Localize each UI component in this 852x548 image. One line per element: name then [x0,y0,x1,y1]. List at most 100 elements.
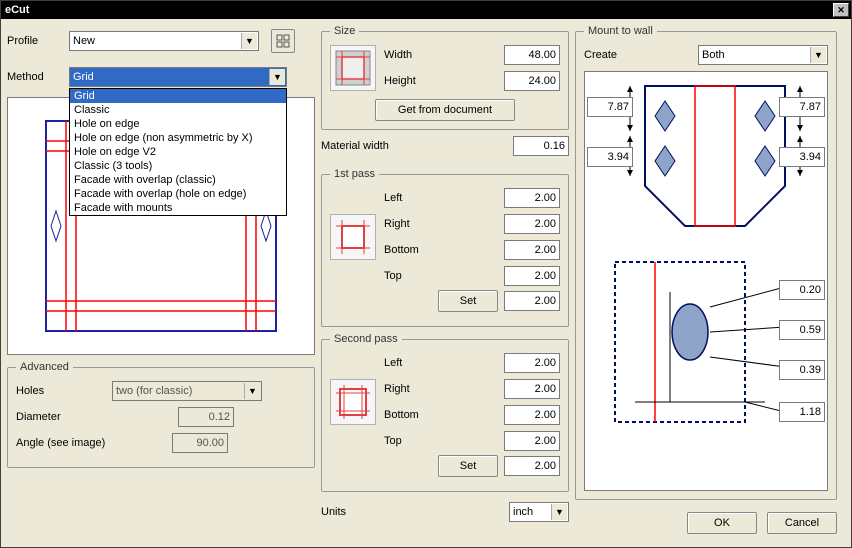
chevron-down-icon[interactable]: ▼ [269,69,285,85]
pass1-top-input[interactable] [504,266,560,286]
pass1-set-button[interactable]: Set [438,290,498,312]
angle-label: Angle (see image) [16,437,166,449]
pass1-top-label: Top [384,270,496,282]
method-option[interactable]: Hole on edge (non asymmetric by X) [70,131,286,145]
middle-column: Size Width Height [321,25,569,534]
cancel-button[interactable]: Cancel [767,512,837,534]
pass2-bottom-label: Bottom [384,409,496,421]
pass1-preview [330,214,376,260]
holes-combo[interactable]: ▼ [112,381,262,401]
advanced-group: Advanced Holes ▼ Diameter Angle (see ima… [7,361,315,468]
titlebar: eCut ✕ [1,1,851,19]
method-input[interactable] [69,67,287,87]
material-input[interactable] [513,136,569,156]
pass1-right-label: Right [384,218,496,230]
left-column: Profile ▼ Method [7,25,315,534]
pass1-bottom-input[interactable] [504,240,560,260]
size-preview-svg [334,49,372,87]
pass1-legend: 1st pass [330,168,379,180]
profile-input[interactable] [69,31,259,51]
method-option[interactable]: Grid [70,89,286,103]
pass2-right-input[interactable] [504,379,560,399]
chevron-down-icon[interactable]: ▼ [551,504,567,520]
diameter-label: Diameter [16,411,106,423]
chevron-down-icon: ▼ [244,383,260,399]
method-option[interactable]: Classic [70,103,286,117]
grid-icon [276,34,290,48]
pass2-top-input[interactable] [504,431,560,451]
material-row: Material width [321,136,569,156]
mount-d3-input[interactable] [779,360,825,380]
chevron-down-icon[interactable]: ▼ [241,33,257,49]
pass2-set-input[interactable] [504,456,560,476]
width-label: Width [384,49,496,61]
pass2-set-button[interactable]: Set [438,455,498,477]
method-option[interactable]: Facade with mounts [70,201,286,215]
mount-topL-input[interactable] [587,97,633,117]
mount-d4-input[interactable] [779,402,825,422]
holes-label: Holes [16,385,106,397]
profile-label: Profile [7,35,57,47]
method-option[interactable]: Classic (3 tools) [70,159,286,173]
right-column: Mount to wall Create ▼ [575,25,837,534]
profile-combo[interactable]: ▼ [69,31,259,51]
mount-preview [584,71,828,491]
mount-botR-input[interactable] [779,147,825,167]
angle-input [172,433,228,453]
create-label: Create [584,49,634,61]
units-combo[interactable]: ▼ [509,502,569,522]
profile-row: Profile ▼ [7,25,315,61]
advanced-legend: Advanced [16,361,73,373]
width-input[interactable] [504,45,560,65]
window: eCut ✕ Profile ▼ [0,0,852,548]
units-label: Units [321,506,381,518]
ok-button[interactable]: OK [687,512,757,534]
method-label: Method [7,71,57,83]
profile-icon-button[interactable] [271,29,295,53]
pass2-right-label: Right [384,383,496,395]
method-combo[interactable]: ▼ Grid Classic Hole on edge Hole on edge… [69,67,287,87]
method-option[interactable]: Facade with overlap (hole on edge) [70,187,286,201]
pass2-legend: Second pass [330,333,402,345]
mount-legend: Mount to wall [584,25,657,37]
method-option[interactable]: Hole on edge [70,117,286,131]
height-label: Height [384,75,496,87]
pass1-left-label: Left [384,192,496,204]
height-input[interactable] [504,71,560,91]
pass2-top-label: Top [384,435,496,447]
size-preview [330,45,376,91]
method-option[interactable]: Hole on edge V2 [70,145,286,159]
pass2-preview [330,379,376,425]
chevron-down-icon[interactable]: ▼ [810,47,826,63]
dialog-buttons: OK Cancel [575,506,837,534]
pass2-bottom-input[interactable] [504,405,560,425]
method-option[interactable]: Facade with overlap (classic) [70,173,286,187]
mount-d2-input[interactable] [779,320,825,340]
window-title: eCut [5,4,833,16]
pass1-group: 1st pass Left Right [321,168,569,327]
content: Profile ▼ Method [1,19,851,540]
method-dropdown[interactable]: Grid Classic Hole on edge Hole on edge (… [69,88,287,216]
material-label: Material width [321,140,421,152]
pass1-preview-svg [334,218,372,256]
size-legend: Size [330,25,359,37]
close-icon[interactable]: ✕ [833,3,849,17]
mount-group: Mount to wall Create ▼ [575,25,837,500]
create-combo[interactable]: ▼ [698,45,828,65]
pass2-group: Second pass Left Right [321,333,569,492]
units-row: Units ▼ [321,498,569,522]
mount-topR-input[interactable] [779,97,825,117]
mount-d1-input[interactable] [779,280,825,300]
get-from-document-button[interactable]: Get from document [375,99,515,121]
size-group: Size Width Height [321,25,569,130]
pass1-right-input[interactable] [504,214,560,234]
method-row: Method ▼ Grid Classic Hole on edge Hole … [7,67,315,87]
pass1-set-input[interactable] [504,291,560,311]
pass2-preview-svg [334,383,372,421]
pass1-left-input[interactable] [504,188,560,208]
pass2-left-label: Left [384,357,496,369]
pass2-left-input[interactable] [504,353,560,373]
create-input[interactable] [698,45,828,65]
holes-input [112,381,262,401]
mount-botL-input[interactable] [587,147,633,167]
